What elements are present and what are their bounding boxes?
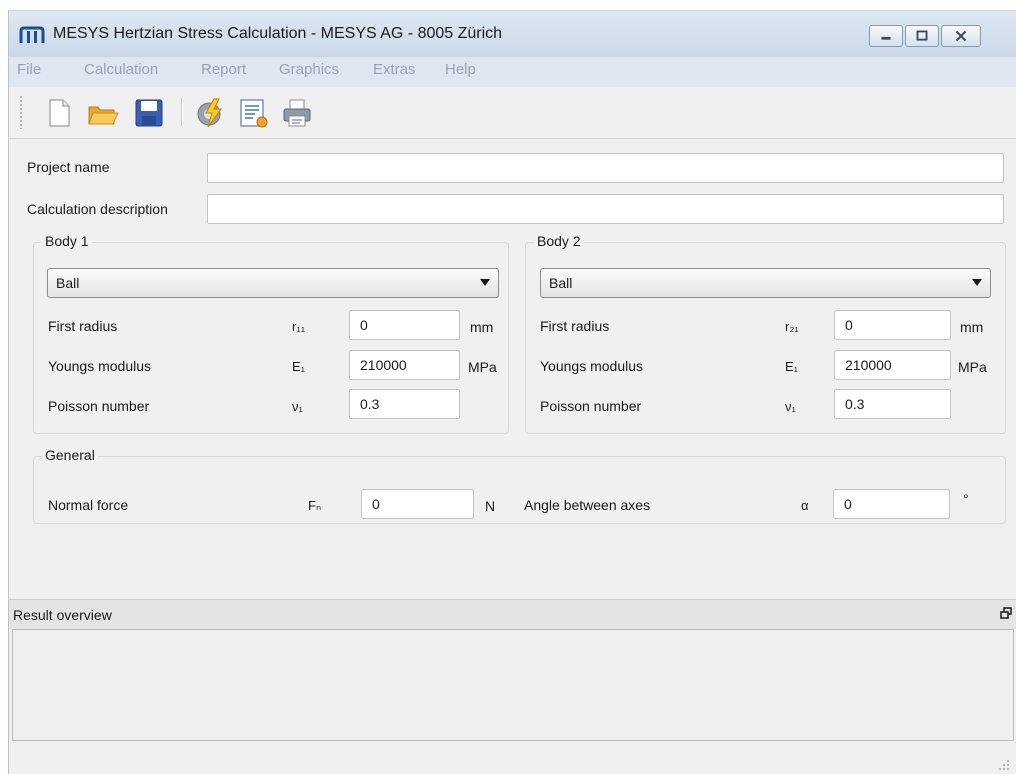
body2-poisson-symbol: ν₁	[785, 399, 796, 414]
general-group: General Normal force Fₙ N Angle between …	[33, 447, 1006, 524]
body2-modulus-input[interactable]	[834, 350, 951, 380]
new-document-icon	[49, 99, 70, 127]
body1-type-select[interactable]: Ball	[47, 268, 499, 298]
body1-modulus-symbol: E₁	[292, 359, 306, 374]
body2-type-select[interactable]: Ball	[540, 268, 991, 298]
calculation-description-label: Calculation description	[27, 201, 168, 217]
body1-radius-symbol: r₁₁	[292, 319, 306, 334]
body2-group: Body 2 Ball First radius r₂₁ mm Youngs m…	[525, 233, 1006, 434]
float-window-icon[interactable]	[1000, 607, 1012, 619]
normal-force-unit: N	[485, 498, 496, 514]
angle-input[interactable]	[833, 489, 950, 519]
maximize-button[interactable]	[905, 25, 939, 47]
window-title: MESYS Hertzian Stress Calculation - MESY…	[53, 25, 503, 42]
app-window: MESYS Hertzian Stress Calculation - MESY…	[8, 10, 1016, 774]
menu-help[interactable]: Help	[445, 61, 476, 78]
toolbar	[9, 87, 1016, 139]
menu-extras[interactable]: Extras	[373, 61, 416, 78]
calculation-description-input[interactable]	[207, 194, 1004, 224]
open-button[interactable]	[87, 97, 119, 129]
close-button[interactable]	[941, 25, 981, 47]
menu-calculation[interactable]: Calculation	[84, 61, 158, 78]
body1-type-value: Ball	[56, 275, 80, 291]
body1-poisson-label: Poisson number	[48, 398, 150, 414]
body1-group: Body 1 Ball First radius r₁₁ mm Youngs m…	[33, 233, 509, 434]
result-overview-title: Result overview	[13, 607, 112, 623]
open-folder-icon	[88, 106, 119, 125]
body1-poisson-input[interactable]	[349, 389, 460, 419]
mesys-logo-icon	[19, 26, 45, 43]
body2-radius-unit: mm	[960, 319, 984, 335]
print-button[interactable]	[281, 97, 313, 129]
body1-title: Body 1	[42, 233, 92, 249]
title-bar[interactable]: MESYS Hertzian Stress Calculation - MESY…	[9, 11, 1016, 57]
chevron-down-icon	[480, 279, 490, 286]
maximize-icon	[916, 30, 928, 41]
body1-modulus-input[interactable]	[349, 350, 460, 380]
body2-radius-input[interactable]	[834, 310, 951, 340]
body1-radius-input[interactable]	[349, 310, 460, 340]
minimize-icon	[881, 36, 891, 40]
body1-radius-label: First radius	[48, 318, 118, 334]
toolbar-grip[interactable]	[19, 95, 23, 129]
project-name-label: Project name	[27, 159, 110, 175]
body2-modulus-label: Youngs modulus	[540, 358, 644, 374]
normal-force-input[interactable]	[361, 489, 474, 519]
report-button[interactable]	[237, 97, 269, 129]
chevron-down-icon	[972, 279, 982, 286]
menu-bar: File Calculation Report Graphics Extras …	[9, 57, 1016, 87]
result-overview-panel	[12, 629, 1014, 741]
minimize-button[interactable]	[869, 25, 903, 47]
menu-report[interactable]: Report	[201, 61, 246, 78]
resize-grip-icon[interactable]	[998, 759, 1010, 771]
save-icon	[135, 99, 163, 127]
angle-unit: °	[963, 491, 969, 507]
close-icon	[955, 30, 967, 42]
body2-title: Body 2	[534, 233, 584, 249]
angle-symbol: α	[801, 498, 809, 513]
body1-poisson-symbol: ν₁	[292, 399, 303, 414]
body1-modulus-label: Youngs modulus	[48, 358, 152, 374]
body2-type-value: Ball	[549, 275, 573, 291]
body1-radius-unit: mm	[470, 319, 494, 335]
calculate-icon	[197, 98, 222, 128]
body2-poisson-input[interactable]	[834, 389, 951, 419]
body2-radius-symbol: r₂₁	[785, 319, 799, 334]
menu-file[interactable]: File	[17, 61, 41, 78]
general-title: General	[42, 447, 98, 463]
save-button[interactable]	[133, 97, 165, 129]
normal-force-label: Normal force	[48, 497, 129, 513]
calculate-button[interactable]	[195, 97, 227, 129]
body1-modulus-unit: MPa	[468, 359, 497, 375]
print-icon	[283, 99, 311, 127]
angle-label: Angle between axes	[524, 497, 651, 513]
body2-modulus-unit: MPa	[958, 359, 987, 375]
result-overview-header[interactable]: Result overview	[9, 599, 1016, 629]
project-name-input[interactable]	[207, 153, 1004, 183]
body2-modulus-symbol: E₁	[785, 359, 799, 374]
new-button[interactable]	[43, 97, 75, 129]
normal-force-symbol: Fₙ	[308, 498, 322, 513]
body2-poisson-label: Poisson number	[540, 398, 642, 414]
menu-graphics[interactable]: Graphics	[279, 61, 339, 78]
toolbar-separator	[181, 97, 183, 127]
body2-radius-label: First radius	[540, 318, 610, 334]
report-icon	[240, 99, 268, 128]
status-bar	[9, 745, 1016, 774]
